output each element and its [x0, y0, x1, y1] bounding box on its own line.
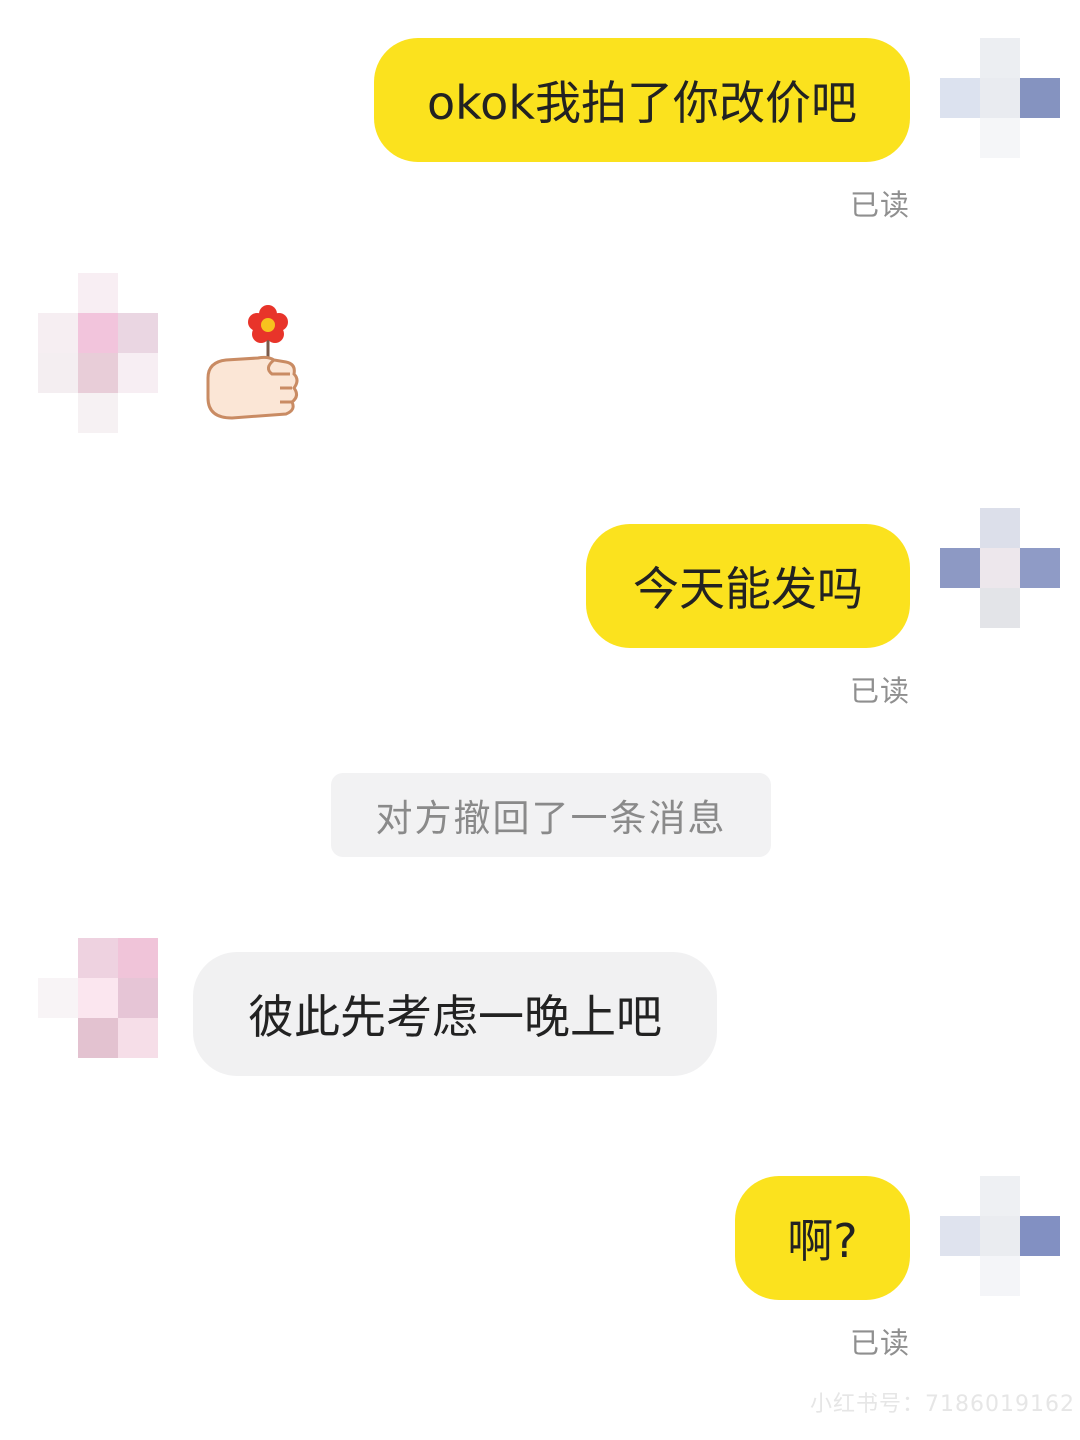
- my-avatar[interactable]: [940, 1176, 1060, 1296]
- my-avatar[interactable]: [940, 38, 1060, 158]
- hand-holding-flower-icon[interactable]: [198, 298, 308, 428]
- my-message-bubble[interactable]: 今天能发吗: [586, 524, 910, 648]
- recalled-message-notice: 对方撤回了一条消息: [331, 773, 771, 857]
- read-status: 已读: [850, 188, 911, 222]
- read-status: 已读: [850, 1326, 911, 1360]
- my-message-bubble[interactable]: okok我拍了你改价吧: [374, 38, 910, 162]
- my-avatar[interactable]: [940, 508, 1060, 628]
- read-status: 已读: [850, 674, 911, 708]
- my-message-bubble[interactable]: 啊?: [735, 1176, 910, 1300]
- their-message-bubble[interactable]: 彼此先考虑一晚上吧: [193, 952, 717, 1076]
- watermark: 小红书号：7186019162: [810, 1392, 1075, 1417]
- other-avatar[interactable]: [38, 938, 158, 1058]
- other-avatar[interactable]: [38, 273, 158, 433]
